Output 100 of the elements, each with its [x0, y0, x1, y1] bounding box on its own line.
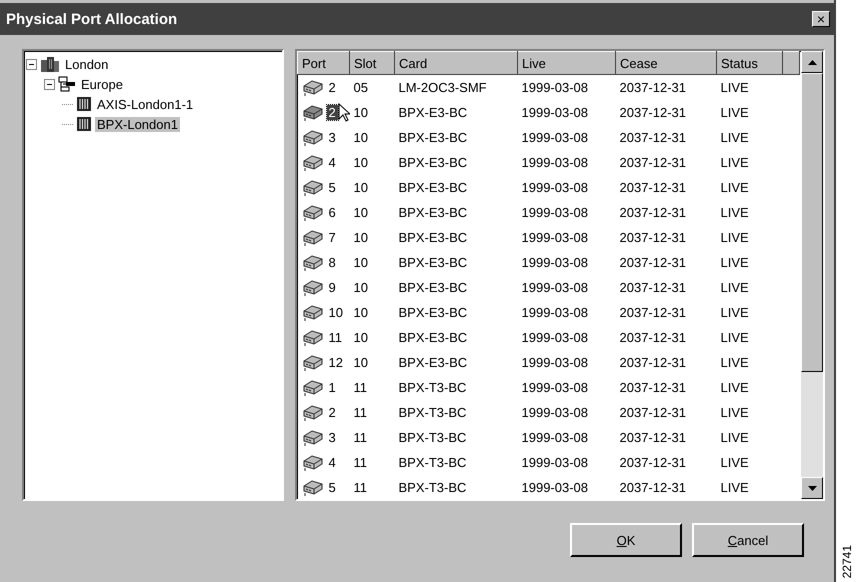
table-cell: LIVE — [720, 380, 749, 395]
table-cell: BPX-T3-BC — [398, 430, 466, 445]
scrollbar-thumb[interactable] — [801, 73, 823, 372]
table-cell: 10 — [354, 130, 368, 145]
building-icon — [40, 56, 60, 72]
port-icon — [302, 154, 324, 171]
port-cell[interactable]: 1 — [326, 380, 338, 395]
table-cell: LIVE — [720, 280, 749, 295]
table-cell: 10 — [354, 180, 368, 195]
table-cell: 1999-03-08 — [522, 80, 588, 95]
table-cell: 10 — [354, 355, 368, 370]
tree-item[interactable]: AXIS-London1-1 — [95, 96, 196, 112]
column-header[interactable]: Slot — [350, 52, 394, 74]
table-cell: 05 — [354, 80, 368, 95]
port-cell[interactable]: 8 — [326, 255, 338, 270]
table-cell: LIVE — [720, 80, 749, 95]
port-cell[interactable]: 3 — [326, 130, 338, 145]
port-icon — [302, 204, 324, 221]
port-icon — [302, 229, 324, 246]
port-cell[interactable]: 5 — [326, 180, 338, 195]
port-cell[interactable]: 4 — [326, 155, 338, 170]
table-cell: 2037-12-31 — [620, 330, 686, 345]
port-cell[interactable]: 4 — [326, 455, 338, 470]
port-icon — [302, 404, 324, 421]
table-cell: BPX-E3-BC — [398, 230, 468, 245]
port-cell[interactable]: 3 — [326, 430, 338, 445]
port-icon — [302, 279, 324, 296]
port-icon — [302, 129, 324, 146]
tree-item[interactable]: London — [63, 56, 110, 72]
port-icon — [302, 379, 324, 396]
close-button[interactable]: × — [812, 11, 830, 27]
table-cell: 2037-12-31 — [620, 455, 686, 470]
table-cell: 1999-03-08 — [522, 130, 588, 145]
table-cell: BPX-T3-BC — [398, 455, 466, 470]
port-cell[interactable]: 2 — [326, 105, 338, 120]
column-header[interactable]: Cease — [616, 52, 716, 74]
table-cell: 1999-03-08 — [522, 355, 588, 370]
tree-item[interactable]: Europe — [79, 76, 125, 92]
table-cell: 2037-12-31 — [620, 155, 686, 170]
port-icon — [302, 329, 324, 346]
column-header[interactable]: Live — [518, 52, 616, 74]
table-cell: 11 — [354, 455, 367, 470]
table-cell: LIVE — [720, 105, 749, 120]
column-header[interactable]: Status — [716, 52, 782, 74]
table-cell: 1999-03-08 — [522, 455, 588, 470]
port-icon — [302, 354, 324, 371]
table-cell: 2037-12-31 — [620, 380, 686, 395]
table-cell: LIVE — [720, 405, 749, 420]
table-cell: 11 — [354, 480, 367, 495]
table-cell: LM-2OC3-SMF — [398, 80, 487, 95]
table-cell: BPX-E3-BC — [398, 205, 468, 220]
table-cell: 2037-12-31 — [620, 230, 686, 245]
port-icon — [302, 104, 324, 121]
table-cell: 1999-03-08 — [522, 205, 588, 220]
port-icon — [302, 79, 324, 96]
table-cell: 10 — [354, 105, 368, 120]
port-cell[interactable]: 2 — [326, 405, 338, 420]
column-header[interactable]: Card — [394, 52, 518, 74]
tree-item[interactable]: BPX-London1 — [95, 116, 180, 132]
port-cell[interactable]: 2 — [326, 80, 338, 95]
network-icon — [58, 76, 76, 92]
table-cell: LIVE — [720, 155, 749, 170]
dialog-button[interactable]: OK — [570, 523, 682, 557]
scroll-down-button[interactable] — [801, 477, 823, 499]
column-header[interactable]: Port — [298, 52, 350, 74]
table-cell: 1999-03-08 — [522, 380, 588, 395]
collapse-toggle[interactable] — [44, 78, 55, 90]
port-icon — [302, 254, 324, 271]
table-cell: BPX-E3-BC — [398, 255, 468, 270]
port-cell[interactable]: 10 — [326, 305, 345, 320]
table-cell: 1999-03-08 — [522, 180, 588, 195]
table-cell: LIVE — [720, 130, 749, 145]
table-cell: LIVE — [720, 330, 749, 345]
port-icon — [302, 304, 324, 321]
table-cell: BPX-T3-BC — [398, 480, 466, 495]
table-cell: BPX-E3-BC — [398, 280, 468, 295]
table-cell: 1999-03-08 — [522, 280, 588, 295]
port-cell[interactable]: 9 — [326, 280, 338, 295]
table-cell: 10 — [354, 255, 368, 270]
table-cell: 1999-03-08 — [522, 105, 588, 120]
dialog-button[interactable]: Cancel — [692, 523, 804, 557]
port-cell[interactable]: 7 — [326, 230, 338, 245]
table-cell: 2037-12-31 — [620, 130, 686, 145]
port-cell[interactable]: 5 — [326, 480, 338, 495]
table-cell: BPX-T3-BC — [398, 380, 466, 395]
port-cell[interactable]: 11 — [326, 330, 344, 345]
table-cell: 10 — [354, 280, 368, 295]
table-cell: BPX-E3-BC — [398, 180, 468, 195]
table-cell: 2037-12-31 — [620, 280, 686, 295]
table-cell: BPX-E3-BC — [398, 305, 468, 320]
scroll-up-button[interactable] — [801, 51, 823, 73]
table-cell: 1999-03-08 — [522, 230, 588, 245]
table-cell: BPX-T3-BC — [398, 405, 466, 420]
collapse-toggle[interactable] — [26, 58, 37, 70]
table-cell: 2037-12-31 — [620, 105, 686, 120]
table-cell: 1999-03-08 — [522, 255, 588, 270]
port-cell[interactable]: 6 — [326, 205, 338, 220]
table-cell: LIVE — [720, 355, 749, 370]
table-cell: 10 — [354, 230, 368, 245]
port-cell[interactable]: 12 — [326, 355, 345, 370]
